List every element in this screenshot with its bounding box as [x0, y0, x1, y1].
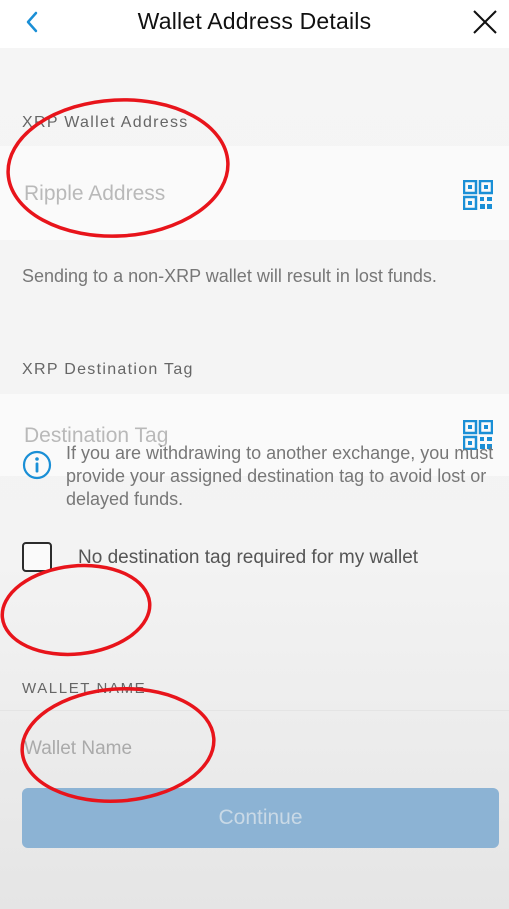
- wallet-name-input[interactable]: [22, 711, 466, 787]
- destination-tag-label: XRP Destination Tag: [22, 361, 194, 378]
- address-qr-scan-button[interactable]: [462, 179, 494, 211]
- address-input[interactable]: [22, 146, 446, 242]
- wallet-name-field: [0, 710, 509, 787]
- no-tag-checkbox-row[interactable]: No destination tag required for my walle…: [22, 542, 492, 576]
- info-text: If you are withdrawing to another exchan…: [66, 443, 494, 509]
- info-icon: [22, 450, 52, 480]
- qr-code-icon: [462, 179, 494, 211]
- close-icon: [473, 10, 497, 34]
- close-button[interactable]: [469, 6, 501, 38]
- address-label: XRP Wallet Address: [22, 114, 189, 131]
- no-tag-checkbox-label: No destination tag required for my walle…: [78, 547, 419, 568]
- no-tag-checkbox[interactable]: [22, 542, 52, 572]
- address-field: [0, 146, 509, 242]
- continue-button[interactable]: Continue: [22, 788, 499, 848]
- address-warning-text: Sending to a non-XRP wallet will result …: [22, 266, 437, 286]
- top-bar: Wallet Address Details: [0, 0, 509, 48]
- wallet-name-label: WALLET NAME: [22, 680, 147, 697]
- page-title: Wallet Address Details: [137, 8, 372, 34]
